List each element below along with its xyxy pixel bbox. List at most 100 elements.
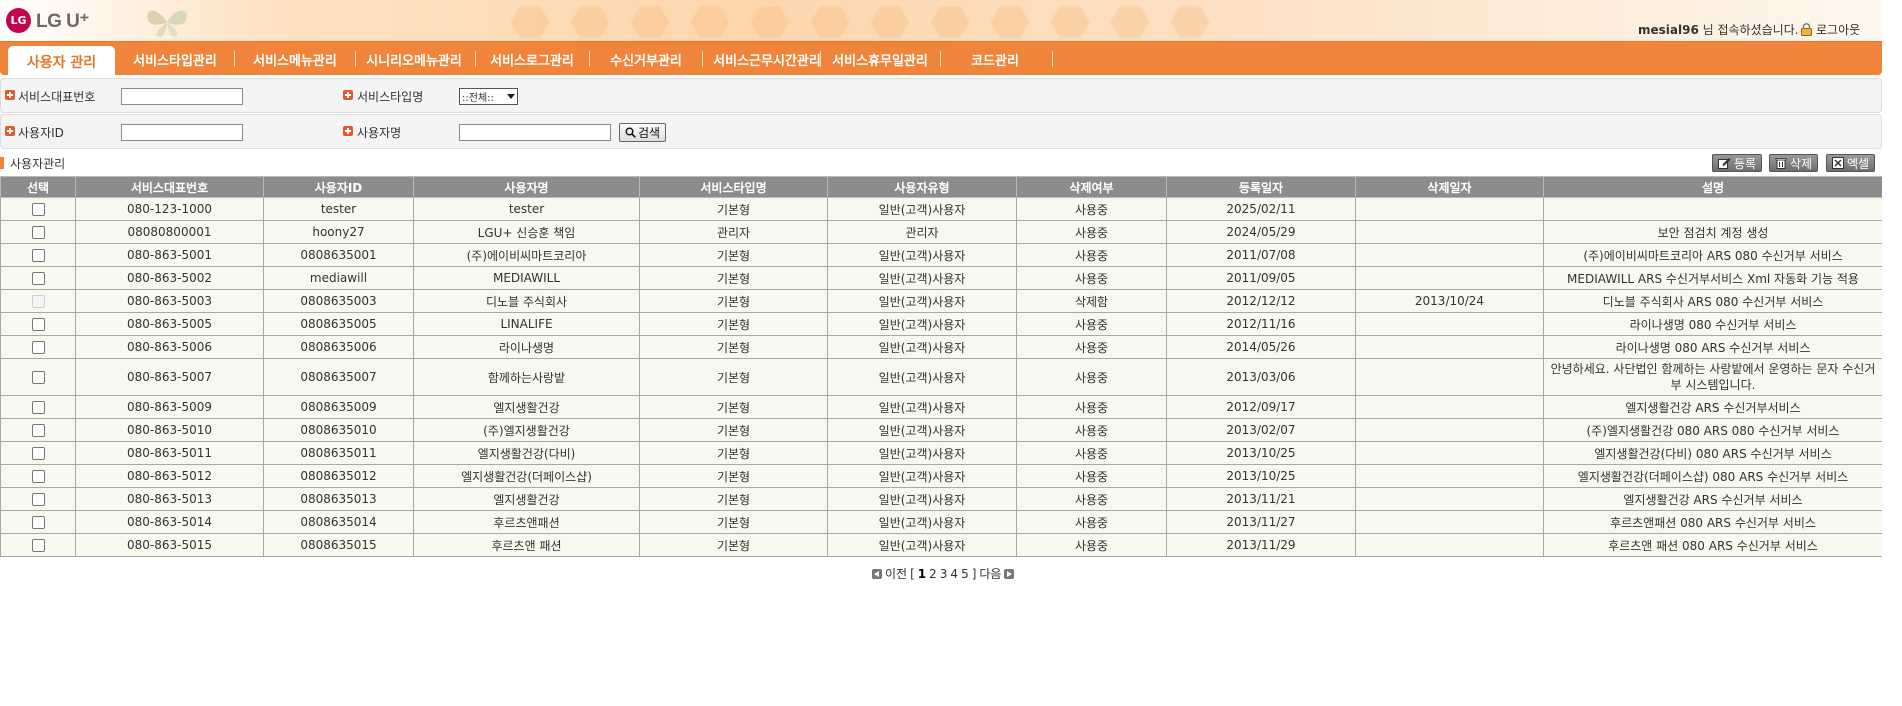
col-header-service-number[interactable]: 서비스대표번호 [75, 176, 264, 198]
tab-service-log[interactable]: 서비스로그관리 [482, 50, 582, 69]
cell-service-type: 기본형 [639, 510, 828, 534]
cell-description [1543, 197, 1883, 221]
register-label: 등록 [1734, 156, 1757, 171]
cell-user-name: tester [413, 197, 640, 221]
cell-select [0, 395, 76, 419]
next-arrow-icon[interactable] [1004, 568, 1015, 579]
table-row[interactable]: 080-863-5007 0808635007 함께하는사랑밭 기본형 일반(고객)사용… [0, 358, 1883, 396]
page-link-3[interactable]: 3 [940, 567, 948, 581]
table-row[interactable]: 080-863-5012 0808635012 엘지생활건강(더페이스샵) 기본형 일반… [0, 464, 1883, 488]
cell-reg-date: 2012/11/16 [1166, 312, 1356, 336]
nav-separator [940, 51, 941, 67]
cell-user-id: hoony27 [263, 220, 414, 244]
table-row[interactable]: 080-863-5009 0808635009 엘지생활건강 기본형 일반(고객)사용자… [0, 395, 1883, 419]
col-header-description[interactable]: 설명 [1543, 176, 1883, 198]
cell-user-name: 디노블 주식회사 [413, 289, 640, 313]
row-checkbox[interactable] [31, 272, 45, 285]
row-checkbox[interactable] [31, 249, 45, 262]
col-header-service-type[interactable]: 서비스타입명 [639, 176, 828, 198]
search-button-label: 검색 [637, 126, 661, 140]
delete-label: 삭제 [1790, 156, 1813, 171]
cell-user-id: 0808635007 [263, 358, 414, 396]
tab-code-management[interactable]: 코드관리 [955, 50, 1035, 69]
cell-del-date [1355, 358, 1544, 396]
col-header-user-id[interactable]: 사용자ID [263, 176, 414, 198]
cell-user-name: 엘지생활건강 [413, 395, 640, 419]
row-checkbox[interactable] [31, 539, 45, 552]
login-status: mesial96 님 접속하셨습니다. [1638, 21, 1799, 38]
tab-holidays[interactable]: 서비스휴무일관리 [826, 50, 934, 69]
row-checkbox[interactable] [31, 318, 45, 331]
table-row[interactable]: 080-863-5010 0808635010 (주)엘지생활건강 기본형 일반(고객)… [0, 418, 1883, 442]
table-row[interactable]: 080-863-5011 0808635011 엘지생활건강(다비) 기본형 일반(고객… [0, 441, 1883, 465]
row-checkbox[interactable] [31, 424, 45, 437]
cell-reg-date: 2013/10/25 [1166, 441, 1356, 465]
row-checkbox[interactable] [31, 226, 45, 239]
table-row[interactable]: 080-863-5003 0808635003 디노블 주식회사 기본형 일반(고객)사… [0, 289, 1883, 313]
row-checkbox[interactable] [31, 341, 45, 354]
cell-select [0, 418, 76, 442]
search-button[interactable]: 검색 [619, 123, 666, 142]
tab-reject-management[interactable]: 수신거부관리 [601, 50, 691, 69]
cell-del-date [1355, 441, 1544, 465]
table-row[interactable]: 080-863-5001 0808635001 (주)에이비씨마트코리아 기본형 일반(… [0, 243, 1883, 267]
prev-page-link[interactable]: 이전 [885, 565, 907, 582]
search-panel-row-1: 서비스대표번호 서비스타입명 ::전체:: [0, 78, 1882, 113]
row-checkbox[interactable] [31, 516, 45, 529]
tab-user-management[interactable]: 사용자 관리 [8, 46, 115, 76]
table-row[interactable]: 080-863-5006 0808635006 라이나생명 기본형 일반(고객)사용자 사… [0, 335, 1883, 359]
service-number-label: 서비스대표번호 [18, 90, 96, 104]
row-checkbox[interactable] [31, 470, 45, 483]
cell-select [0, 243, 76, 267]
cell-service-number: 080-863-5006 [75, 335, 264, 359]
tab-service-menu[interactable]: 서비스메뉴관리 [243, 50, 347, 69]
row-checkbox[interactable] [31, 493, 45, 506]
row-checkbox[interactable] [31, 447, 45, 460]
section-title: 사용자관리 [0, 156, 65, 171]
table-row[interactable]: 080-123-1000 tester tester 기본형 일반(고객)사용자 사용중 2… [0, 197, 1883, 221]
cell-reg-date: 2013/11/27 [1166, 510, 1356, 534]
cell-user-id: 0808635010 [263, 418, 414, 442]
cell-select [0, 441, 76, 465]
cell-delete-status: 사용중 [1016, 266, 1167, 290]
excel-button[interactable]: 엑셀 [1826, 154, 1876, 172]
service-type-select[interactable]: ::전체:: [459, 88, 518, 105]
col-header-user-name[interactable]: 사용자명 [413, 176, 640, 198]
table-row[interactable]: 080-863-5013 0808635013 엘지생활건강 기본형 일반(고객)사용자… [0, 487, 1883, 511]
delete-button[interactable]: 삭제 [1769, 154, 1819, 172]
table-row[interactable]: 080-863-5015 0808635015 후르츠앤 패션 기본형 일반(고객)사용… [0, 533, 1883, 557]
table-row[interactable]: 080-863-5005 0808635005 LINALIFE 기본형 일반(고객)사… [0, 312, 1883, 336]
logout-link[interactable]: 로그아웃 [1800, 21, 1860, 38]
row-checkbox[interactable] [31, 371, 45, 384]
tab-service-type[interactable]: 서비스타입관리 [125, 50, 225, 69]
table-row[interactable]: 08080800001 hoony27 LGU+ 신승훈 책임 관리자 관리자 사용중 20… [0, 220, 1883, 244]
cell-delete-status: 사용중 [1016, 197, 1167, 221]
page-link-4[interactable]: 4 [950, 567, 958, 581]
col-header-reg-date[interactable]: 등록일자 [1166, 176, 1356, 198]
user-id-input[interactable] [121, 124, 243, 141]
col-header-del-date[interactable]: 삭제일자 [1355, 176, 1544, 198]
page-link-2[interactable]: 2 [929, 567, 937, 581]
lg-uplus-logo[interactable]: LG U⁺ [36, 10, 89, 33]
cell-select [0, 197, 76, 221]
service-number-input[interactable] [121, 88, 243, 105]
user-name-input[interactable] [459, 124, 611, 141]
tab-work-hours[interactable]: 서비스근무시간관리 [711, 50, 823, 69]
col-header-user-type[interactable]: 사용자유형 [827, 176, 1017, 198]
col-header-delete-status[interactable]: 삭제여부 [1016, 176, 1167, 198]
register-button[interactable]: 등록 [1712, 154, 1763, 172]
row-checkbox[interactable] [31, 203, 45, 216]
page-link-1[interactable]: 1 [918, 567, 926, 581]
row-checkbox[interactable] [31, 401, 45, 414]
tab-scenario-menu[interactable]: 시니리오메뉴관리 [360, 50, 468, 69]
cell-select [0, 289, 76, 313]
prev-arrow-icon[interactable] [872, 568, 882, 579]
table-body: 080-123-1000 tester tester 기본형 일반(고객)사용자 사용중 2… [0, 197, 1883, 557]
cell-description: (주)에이비씨마트코리아 ARS 080 수신거부 서비스 [1543, 243, 1883, 267]
page-link-5[interactable]: 5 [961, 567, 969, 581]
table-row[interactable]: 080-863-5014 0808635014 후르츠앤패션 기본형 일반(고객)사용자… [0, 510, 1883, 534]
logout-label: 로그아웃 [1816, 23, 1861, 37]
table-row[interactable]: 080-863-5002 mediawill MEDIAWILL 기본형 일반(고객)사… [0, 266, 1883, 290]
cell-user-id: mediawill [263, 266, 414, 290]
next-page-link[interactable]: 다음 [979, 565, 1001, 582]
